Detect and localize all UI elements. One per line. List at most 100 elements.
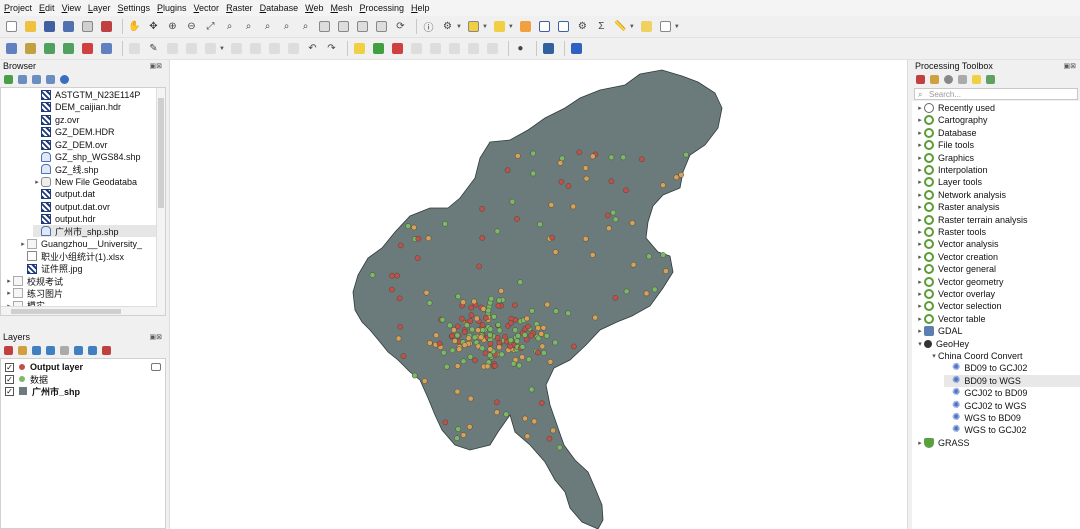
expand-all-icon[interactable] xyxy=(74,345,83,355)
menu-vector[interactable]: Vector xyxy=(194,3,220,13)
filter-expression-icon[interactable] xyxy=(60,345,69,355)
expand-arrow-icon[interactable]: ▸ xyxy=(5,277,13,285)
map-point[interactable] xyxy=(369,272,376,278)
map-point[interactable] xyxy=(426,340,433,346)
map-point[interactable] xyxy=(525,323,531,330)
map-point[interactable] xyxy=(464,322,470,329)
identify-icon[interactable]: ⓘ xyxy=(421,19,436,34)
map-point[interactable] xyxy=(535,349,541,356)
map-point[interactable] xyxy=(488,295,495,302)
map-point[interactable] xyxy=(582,235,589,242)
processing-item[interactable]: ✺ BD09 to GCJ02 xyxy=(944,362,1027,374)
processing-item[interactable]: ▸ Cartography xyxy=(916,114,988,126)
map-point[interactable] xyxy=(558,178,565,185)
collapse-all-layers-icon[interactable] xyxy=(88,345,97,355)
zoom-out-icon[interactable]: ⊖ xyxy=(184,19,199,34)
browser-item[interactable]: 广州市_shp.shp xyxy=(33,225,165,238)
browser-item[interactable]: 职业小组统计(1).xlsx xyxy=(19,250,124,262)
add-wms-icon[interactable] xyxy=(80,41,95,56)
cut-features-icon[interactable] xyxy=(248,41,263,56)
data-source-manager-icon[interactable] xyxy=(4,41,19,56)
current-edits-icon[interactable] xyxy=(127,41,142,56)
map-point[interactable] xyxy=(405,223,411,229)
tree-arrow-icon[interactable]: ▸ xyxy=(916,290,924,298)
map-point[interactable] xyxy=(496,327,503,334)
tree-arrow-icon[interactable]: ▸ xyxy=(916,178,924,186)
menu-project[interactable]: Project xyxy=(4,3,32,13)
processing-item[interactable]: ▸ Recently used xyxy=(916,102,995,114)
map-point[interactable] xyxy=(526,356,532,363)
map-point[interactable] xyxy=(468,312,475,319)
map-point[interactable] xyxy=(442,221,448,227)
map-point[interactable] xyxy=(511,302,518,309)
menu-layer[interactable]: Layer xyxy=(88,3,111,13)
map-point[interactable] xyxy=(498,351,505,358)
map-point[interactable] xyxy=(476,263,483,270)
processing-item[interactable]: ▸ Vector analysis xyxy=(916,238,999,250)
map-point[interactable] xyxy=(487,326,494,333)
map-point[interactable] xyxy=(473,315,480,322)
tree-arrow-icon[interactable]: ▸ xyxy=(916,154,924,162)
map-point[interactable] xyxy=(537,221,543,228)
tree-arrow-icon[interactable]: ▸ xyxy=(916,315,924,323)
processing-item[interactable]: ▸ Vector selection xyxy=(916,300,1002,312)
map-point[interactable] xyxy=(612,295,619,301)
processing-item[interactable]: ▸ File tools xyxy=(916,139,974,151)
help-icon[interactable] xyxy=(569,41,584,56)
text-annotation-icon[interactable] xyxy=(658,19,673,34)
menu-view[interactable]: View xyxy=(62,3,81,13)
map-point[interactable] xyxy=(548,202,555,208)
map-point[interactable] xyxy=(469,326,476,333)
map-point[interactable] xyxy=(484,363,491,370)
map-point[interactable] xyxy=(556,444,563,451)
map-point[interactable] xyxy=(538,400,545,406)
map-point[interactable] xyxy=(480,306,487,312)
map-svg[interactable] xyxy=(170,60,909,529)
map-tips-icon[interactable] xyxy=(639,19,654,34)
map-point[interactable] xyxy=(494,409,500,416)
processing-item[interactable]: ✺ GCJ02 to BD09 xyxy=(944,387,1027,399)
show-hide-labels-icon[interactable] xyxy=(409,41,424,56)
map-point[interactable] xyxy=(483,315,489,321)
processing-item[interactable]: ▸ Interpolation xyxy=(916,164,988,176)
delete-selected-icon[interactable] xyxy=(229,41,244,56)
map-point[interactable] xyxy=(414,255,421,261)
map-point[interactable] xyxy=(491,313,497,320)
open-project-icon[interactable] xyxy=(23,19,38,34)
panel-controls-icon[interactable]: ▣⊠ xyxy=(150,62,162,70)
map-point[interactable] xyxy=(467,354,474,360)
save-project-icon[interactable] xyxy=(42,19,57,34)
map-point[interactable] xyxy=(394,272,400,279)
map-point[interactable] xyxy=(487,332,493,338)
processing-item[interactable]: ▸ Vector overlay xyxy=(916,288,995,300)
properties-icon[interactable] xyxy=(60,74,69,84)
map-point[interactable] xyxy=(515,332,521,339)
map-point[interactable] xyxy=(552,339,559,346)
processing-item[interactable]: ▸ GRASS xyxy=(916,437,970,449)
map-point[interactable] xyxy=(544,301,551,308)
map-point[interactable] xyxy=(411,224,417,231)
map-point[interactable] xyxy=(479,235,486,241)
map-point[interactable] xyxy=(479,205,485,212)
zoom-native-icon[interactable]: ⌕ xyxy=(260,19,275,34)
map-point[interactable] xyxy=(461,329,468,335)
layout-manager-icon[interactable] xyxy=(99,19,114,34)
map-point[interactable] xyxy=(502,333,508,340)
globe-plugin-icon[interactable]: ● xyxy=(513,41,528,56)
new-map-view-icon[interactable] xyxy=(317,19,332,34)
tree-arrow-icon[interactable]: ▸ xyxy=(916,302,924,310)
pan-to-selection-icon[interactable]: ✥ xyxy=(146,19,161,34)
scripts-icon[interactable] xyxy=(930,74,939,84)
browser-item[interactable]: output.dat.ovr xyxy=(33,201,110,213)
remove-layer-icon[interactable] xyxy=(102,345,111,355)
map-point[interactable] xyxy=(451,327,457,333)
map-point[interactable] xyxy=(524,433,531,440)
map-point[interactable] xyxy=(592,314,599,321)
map-point[interactable] xyxy=(460,358,467,365)
expand-arrow-icon[interactable]: ▸ xyxy=(19,240,27,248)
run-action-icon[interactable]: ⚙ xyxy=(440,19,455,34)
map-point[interactable] xyxy=(540,324,547,331)
zoom-to-selection-icon[interactable]: ⌕ xyxy=(222,19,237,34)
map-point[interactable] xyxy=(519,343,526,350)
browser-vertical-scrollbar[interactable] xyxy=(156,88,165,315)
